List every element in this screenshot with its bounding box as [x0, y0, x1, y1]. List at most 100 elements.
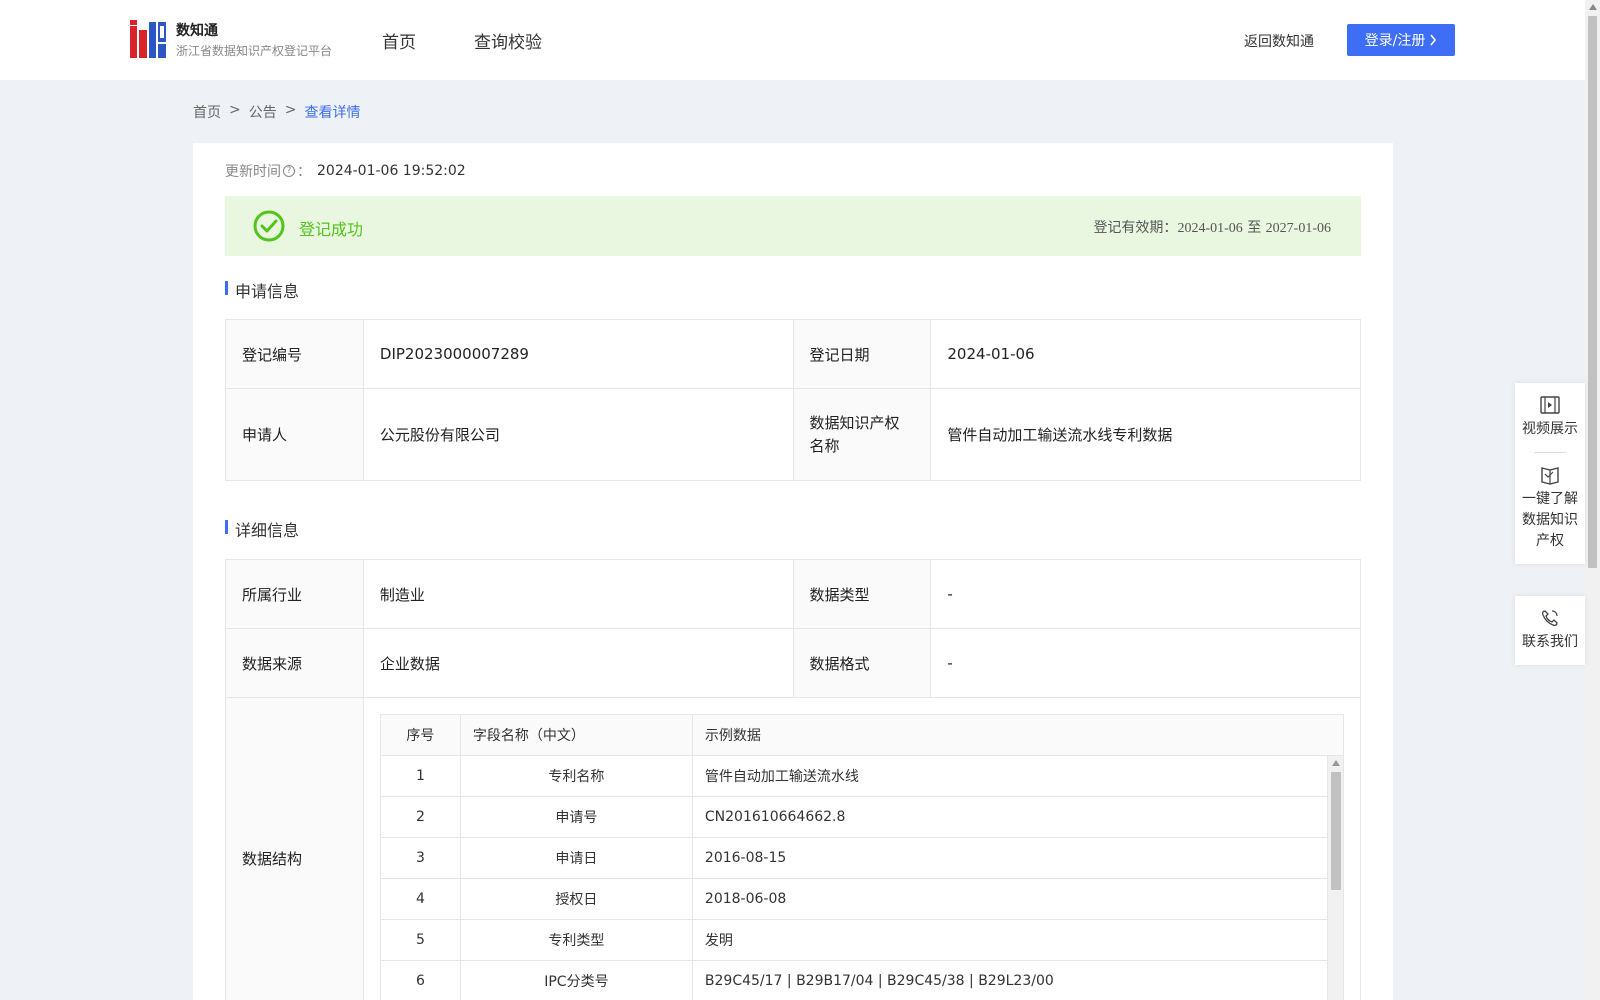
back-to-shuzhitong-link[interactable]: 返回数知通 [1244, 31, 1314, 51]
table-row: 登记编号 DIP2023000007289 登记日期 2024-01-06 [226, 320, 1361, 389]
phone-icon [1541, 610, 1558, 627]
table-row: 1 专利名称 管件自动加工输送流水线 [380, 756, 1329, 797]
data-type-label: 数据类型 [793, 560, 932, 629]
check-circle-icon [253, 210, 285, 242]
ip-name-label: 数据知识产权名称 [793, 389, 932, 481]
video-icon [1540, 396, 1560, 414]
reg-no-label: 登记编号 [226, 320, 364, 389]
application-info-table: 登记编号 DIP2023000007289 登记日期 2024-01-06 申请… [225, 319, 1361, 481]
header-field-name: 字段名称（中文） [461, 715, 693, 755]
validity-end: 2027-01-06 [1265, 221, 1331, 236]
floating-help-panel: 视频展示 一键了解数据知识产权 [1515, 383, 1585, 564]
source-label: 数据来源 [226, 629, 364, 698]
brand-name: 数知通 [176, 23, 218, 39]
nav-query-verify[interactable]: 查询校验 [474, 28, 542, 53]
row-field-name: IPC分类号 [461, 961, 693, 1000]
table-row: 数据结构 序号 字段名称（中文） 示例数据 1 专利名称 管件自动加工输送流水线… [226, 698, 1361, 1000]
scroll-up-arrow-icon[interactable] [1331, 760, 1340, 766]
reg-date-value: 2024-01-06 [931, 320, 1361, 389]
structure-table-header: 序号 字段名称（中文） 示例数据 [380, 715, 1343, 756]
header-sample: 示例数据 [704, 728, 761, 744]
format-value: - [931, 629, 1361, 698]
table-row: 3 申请日 2016-08-15 [380, 838, 1329, 879]
platform-logo-icon[interactable] [130, 20, 166, 58]
validity-period: 登记有效期：2024-01-06 至 2027-01-06 [1093, 217, 1331, 237]
ip-name-value: 管件自动加工输送流水线专利数据 [931, 389, 1361, 481]
row-sample: 2018-06-08 [704, 891, 787, 907]
table-row: 4 授权日 2018-06-08 [380, 879, 1329, 920]
row-field-name: 授权日 [461, 879, 693, 919]
structure-table: 序号 字段名称（中文） 示例数据 1 专利名称 管件自动加工输送流水线 2 申请… [379, 714, 1344, 1000]
floating-contact-panel: 联系我们 [1515, 596, 1585, 665]
nav-home[interactable]: 首页 [382, 28, 416, 53]
chevron-right-icon [1430, 34, 1437, 46]
breadcrumb-separator: > [284, 102, 297, 118]
table-row: 数据来源 企业数据 数据格式 - [226, 629, 1361, 698]
structure-table-scrollbar[interactable] [1326, 756, 1343, 1000]
applicant-value: 公元股份有限公司 [363, 389, 794, 481]
structure-cell: 序号 字段名称（中文） 示例数据 1 专利名称 管件自动加工输送流水线 2 申请… [364, 698, 1361, 1000]
format-label: 数据格式 [793, 629, 932, 698]
contact-us-button[interactable]: 联系我们 [1515, 596, 1585, 665]
row-sample: 发明 [704, 933, 733, 949]
row-field-name: 申请号 [461, 797, 693, 837]
validity-start: 2024-01-06 [1177, 221, 1243, 236]
reg-no-value: DIP2023000007289 [363, 320, 794, 389]
learn-ip-label: 一键了解数据知识产权 [1522, 491, 1578, 549]
applicant-label: 申请人 [226, 389, 364, 481]
row-index: 2 [381, 797, 461, 837]
detail-card: 更新时间 ? ： 2024-01-06 19:52:02 登记成功 登记有效期：… [193, 143, 1393, 1000]
source-value: 企业数据 [363, 629, 794, 698]
brand-subtitle: 浙江省数据知识产权登记平台 [176, 44, 333, 58]
row-index: 3 [381, 838, 461, 878]
login-register-label: 登录/注册 [1364, 33, 1426, 49]
row-field-name: 专利类型 [461, 920, 693, 960]
row-field-name: 专利名称 [461, 756, 693, 796]
section-title-detail: 详细信息 [225, 517, 299, 541]
row-index: 1 [381, 756, 461, 796]
update-time-row: 更新时间 ? ： 2024-01-06 19:52:02 [225, 161, 466, 181]
structure-scrollbar-thumb[interactable] [1330, 772, 1341, 890]
row-field-name: 申请日 [461, 838, 693, 878]
structure-table-body[interactable]: 1 专利名称 管件自动加工输送流水线 2 申请号 CN201610664662.… [380, 756, 1343, 1000]
update-time-label: 更新时间 [225, 164, 281, 180]
structure-label: 数据结构 [226, 698, 364, 1000]
breadcrumb-home[interactable]: 首页 [193, 102, 221, 122]
contact-us-label: 联系我们 [1522, 634, 1578, 650]
row-index: 5 [381, 920, 461, 960]
section-title-application: 申请信息 [225, 278, 299, 302]
data-type-value: - [931, 560, 1361, 629]
help-icon[interactable]: ? [283, 165, 295, 177]
video-showcase-label: 视频展示 [1522, 421, 1578, 437]
table-row: 2 申请号 CN201610664662.8 [380, 797, 1329, 838]
video-showcase-button[interactable]: 视频展示 [1515, 383, 1585, 452]
row-index: 6 [381, 961, 461, 1000]
update-time-value: 2024-01-06 19:52:02 [317, 163, 466, 179]
detail-info-table: 所属行业 制造业 数据类型 - 数据来源 企业数据 数据格式 - 数据结构 序号… [225, 559, 1361, 1000]
row-sample: 2016-08-15 [704, 850, 787, 866]
breadcrumb-current: 查看详情 [304, 105, 361, 121]
industry-label: 所属行业 [226, 560, 364, 629]
page-scrollbar-thumb[interactable] [1588, 16, 1597, 568]
page-scrollbar[interactable] [1585, 0, 1600, 1000]
row-sample: CN201610664662.8 [704, 809, 846, 825]
row-index: 4 [381, 879, 461, 919]
industry-value: 制造业 [363, 560, 794, 629]
table-row: 6 IPC分类号 B29C45/17 | B29B17/04 | B29C45/… [381, 961, 1329, 1000]
breadcrumb-notice[interactable]: 公告 [249, 102, 277, 122]
book-icon [1541, 467, 1559, 485]
update-time-colon: ： [297, 164, 311, 180]
top-header: 数知通 浙江省数据知识产权登记平台 首页 查询校验 返回数知通 登录/注册 [0, 0, 1585, 80]
validity-to: 至 [1247, 220, 1262, 236]
login-register-button[interactable]: 登录/注册 [1347, 24, 1455, 56]
scroll-up-arrow-icon[interactable] [1589, 4, 1597, 10]
breadcrumb: 首页 > 公告 > 查看详情 [193, 102, 360, 122]
header-index: 序号 [381, 715, 461, 755]
status-banner: 登记成功 登记有效期：2024-01-06 至 2027-01-06 [225, 196, 1361, 256]
table-row: 申请人 公元股份有限公司 数据知识产权名称 管件自动加工输送流水线专利数据 [226, 389, 1361, 481]
table-row: 所属行业 制造业 数据类型 - [226, 560, 1361, 629]
status-text: 登记成功 [299, 220, 364, 239]
validity-label: 登记有效期： [1093, 220, 1178, 236]
breadcrumb-separator: > [229, 102, 241, 118]
learn-ip-button[interactable]: 一键了解数据知识产权 [1515, 453, 1585, 564]
